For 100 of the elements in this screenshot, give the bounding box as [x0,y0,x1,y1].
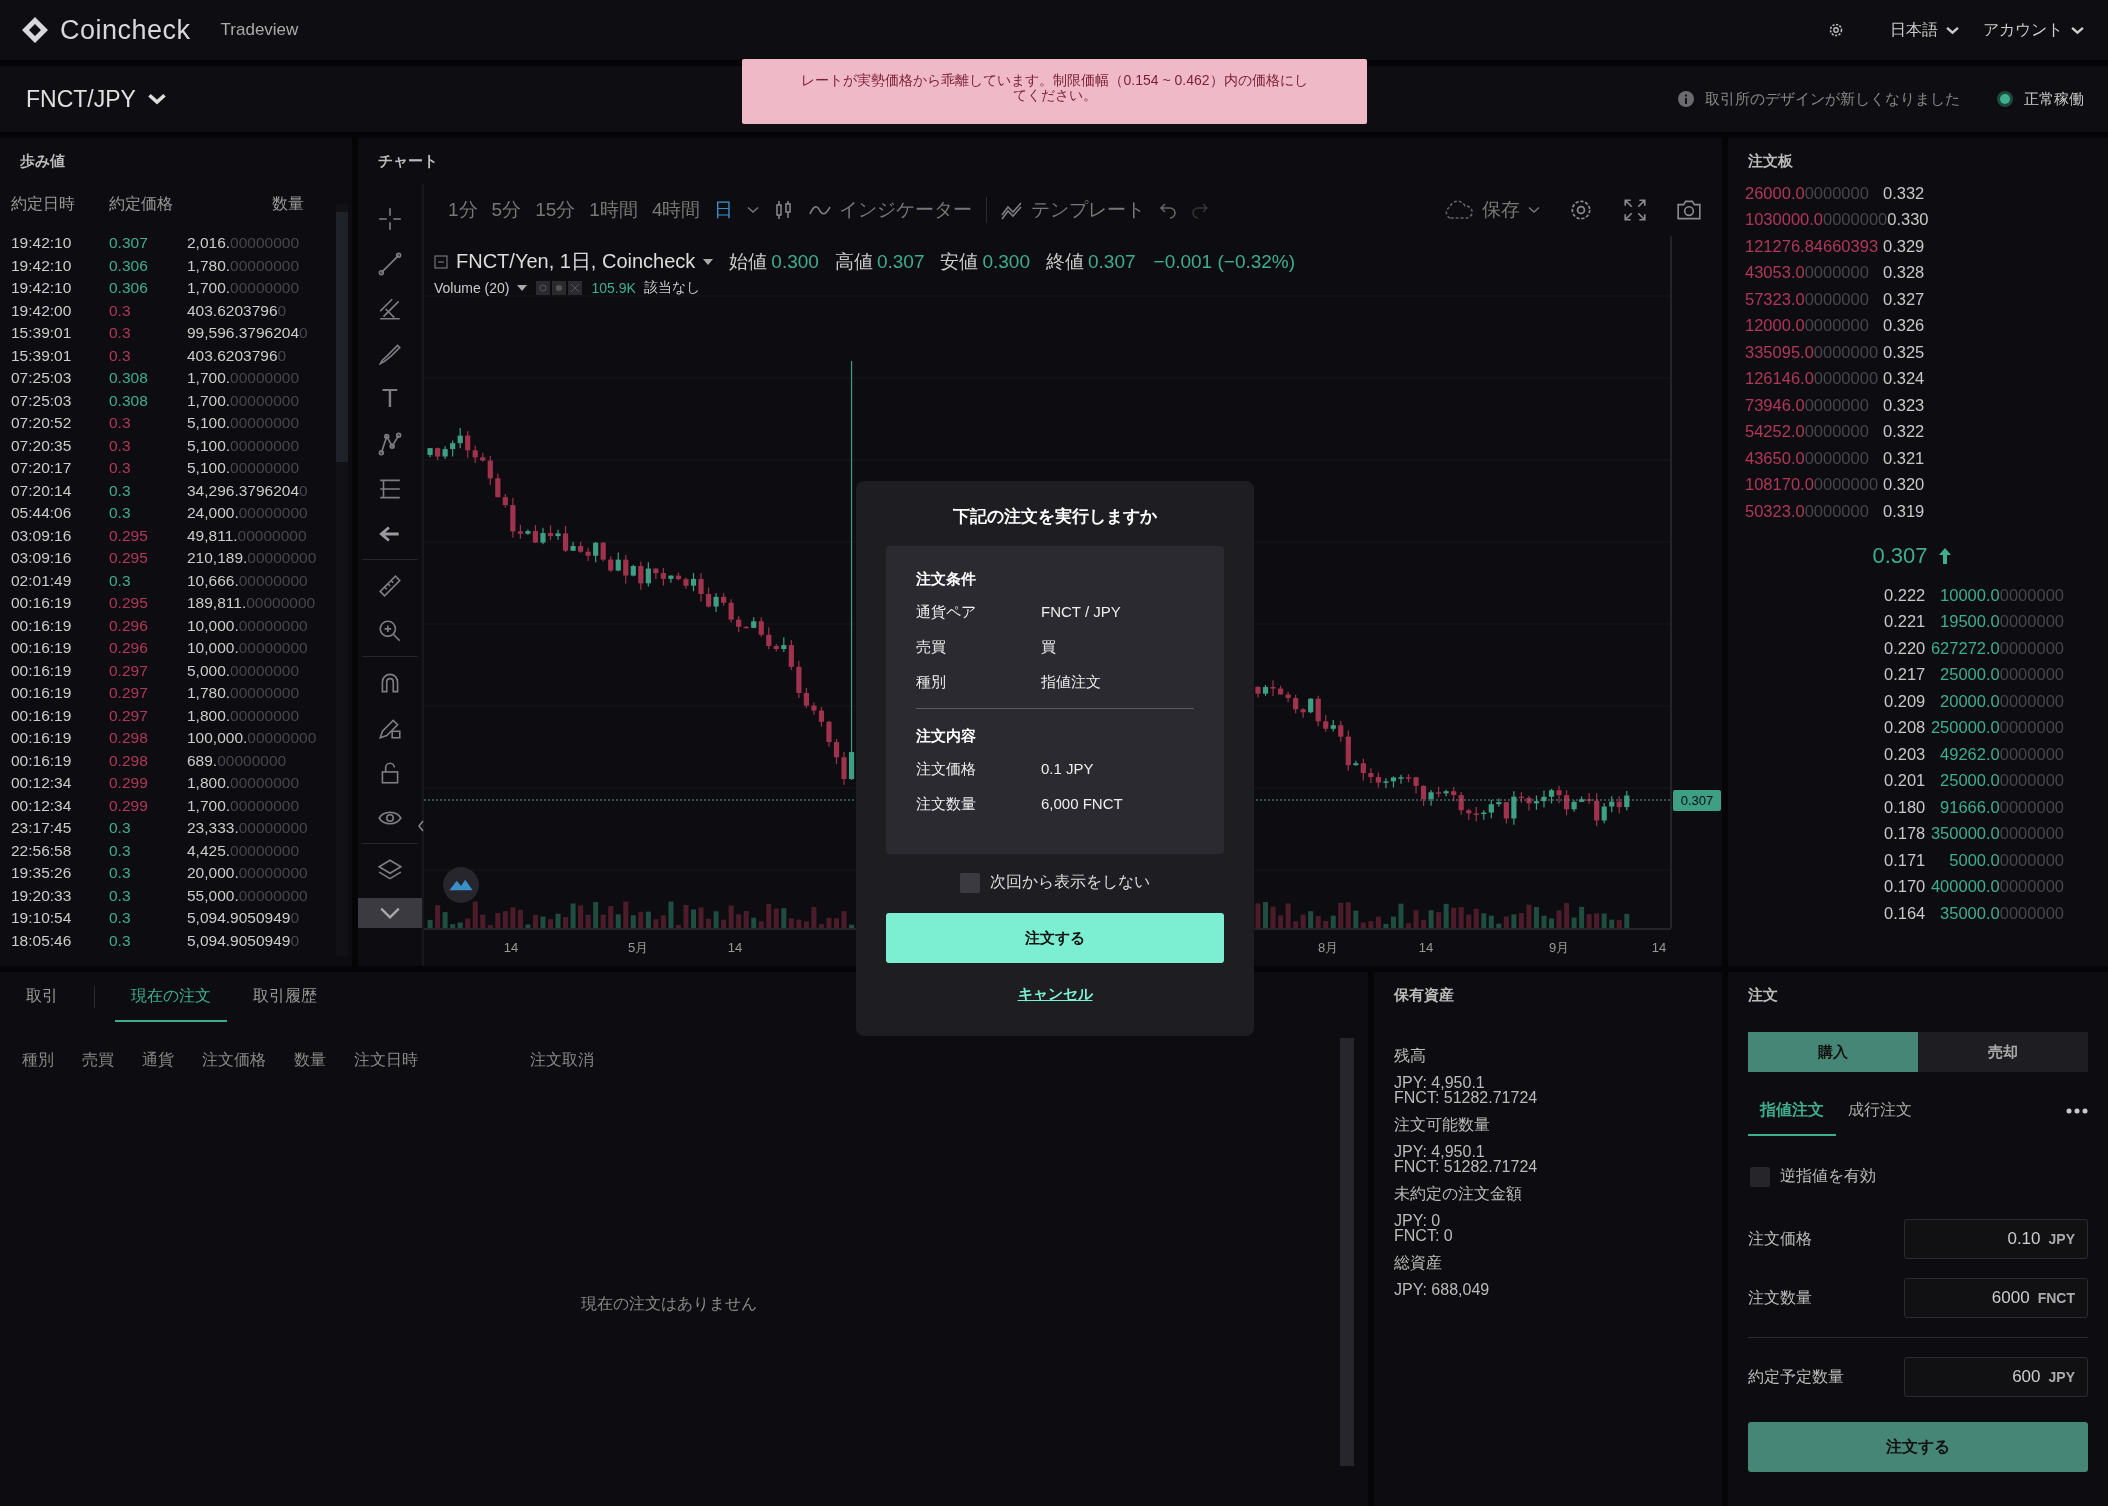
trade-price: 0.3 [109,571,132,590]
ask-price: 0.327 [1883,289,1925,309]
detail-value: FNCT / JPY [1041,603,1121,622]
input-field[interactable]: 0.10 JPY [1904,1219,2088,1259]
cancel-link[interactable]: キャンセル [1017,985,1093,1004]
ruler-tool-icon[interactable] [377,572,403,599]
caret-icon[interactable] [1528,206,1540,214]
more-icon[interactable] [2066,1108,2088,1114]
asset-value: JPY: 0 [1394,1213,1442,1228]
trade-time: 19:42:10 [11,279,73,298]
empty-message: 現在の注文はありません [581,1295,757,1312]
trade-price: 0.3 [109,504,132,523]
trade-price: 0.3 [109,909,132,928]
candle [427,447,433,458]
trade-quantity: 1,700.00000000 [187,279,300,298]
trade-price: 0.3 [109,414,132,433]
caret-icon[interactable] [517,285,528,291]
ohlc-value: 高値 0.307 [834,249,925,274]
trade-time: 00:16:19 [11,594,73,613]
undo-icon[interactable] [1159,201,1178,219]
interval-tab[interactable]: 4時間 [651,197,701,223]
ask-amount: 43650.00000000 [1745,448,1870,468]
caret-icon[interactable] [747,206,760,214]
interval-tab[interactable]: 5分 [491,197,522,223]
asset-value: FNCT: 51282.71724 [1394,1090,1539,1105]
trade-price: 0.3 [109,436,132,455]
pair-selector[interactable]: FNCT/JPY [26,85,166,113]
input-field[interactable]: 6000 FNCT [1904,1278,2088,1318]
detail-label: 注文価格 [916,760,977,779]
trade-quantity: 1,700.00000000 [187,796,300,815]
detail-value: 0.1 JPY [1041,760,1094,779]
detail-label: 種別 [916,673,947,692]
logo-text[interactable]: Coincheck [60,14,191,46]
zoom-tool-icon[interactable] [377,617,403,644]
nodes-tool-icon[interactable] [377,430,403,457]
order-button[interactable]: 注文する [1748,1422,2088,1472]
order-type-tab[interactable]: 指値注文 [1748,1086,1836,1136]
chevron-down-icon[interactable] [1946,25,1959,35]
trade-quantity: 1,780.00000000 [187,684,300,703]
templates-button[interactable]: テンプレート [1001,197,1146,223]
trade-time: 19:42:00 [11,301,73,320]
confirm-button[interactable]: 注文する [886,913,1224,963]
account-menu[interactable]: アカウント [1983,19,2084,41]
trade-quantity: 5,100.00000000 [187,459,300,478]
scrollbar[interactable] [1340,1038,1354,1466]
bid-price: 0.220 [1884,638,1927,658]
fullscreen-icon[interactable] [1622,197,1648,223]
volume-value: 105.9K [591,280,636,296]
checkbox-label: 次回から表示をしない [990,872,1150,892]
asset-value: JPY: 688,049 [1394,1282,1491,1297]
trade-price: 0.3 [109,346,132,365]
trade-quantity: 1,700.00000000 [187,369,300,388]
interval-tab[interactable]: 1分 [448,197,478,223]
volume-label[interactable]: Volume (20) [434,280,510,296]
chevron-down-icon[interactable] [2071,25,2084,35]
ask-price: 0.324 [1883,369,1925,389]
collapse-button[interactable] [358,898,422,928]
caret-icon[interactable] [703,258,714,265]
detail-label: 売買 [916,638,947,657]
input-field[interactable]: 600 JPY [1904,1357,2088,1397]
bid-price: 0.170 [1884,877,1927,897]
bid-price: 0.171 [1884,850,1927,870]
study-controls-icon[interactable] [535,280,584,296]
language-menu[interactable]: 日本語 [1890,19,1959,41]
chart-logo-icon[interactable] [442,866,480,904]
interval-tab[interactable]: 15分 [535,197,576,223]
interval-tab[interactable]: 1時間 [589,197,638,223]
trade-quantity: 5,094.90509490 [187,909,300,928]
orders-tab[interactable]: 取引履歴 [237,972,333,1022]
trade-time: 00:16:19 [11,639,73,658]
trade-time: 18:05:46 [11,931,73,950]
orders-tab[interactable]: 取引 [26,972,74,1022]
ask-amount: 1030000.00000000 [1745,210,1888,230]
detail-value: 指値注文 [1041,673,1101,692]
indicators-button[interactable]: インジケーター [809,197,973,223]
ask-price: 0.332 [1883,183,1925,203]
side-tab[interactable]: 売却 [1918,1032,2088,1072]
text-tool[interactable]: T [382,376,398,421]
trade-quantity: 1,700.00000000 [187,391,300,410]
interval-tab[interactable]: 日 [714,197,734,223]
panel-title: 保有資産 [1392,985,1455,1005]
line-tool-icon[interactable] [377,250,403,277]
axis-label: 5月 [627,940,649,955]
trade-time: 05:44:06 [11,504,73,523]
checkbox[interactable] [960,872,980,893]
side-tab[interactable]: 購入 [1748,1032,1918,1072]
save-button[interactable]: 保存 [1442,197,1540,223]
trade-quantity: 10,000.00000000 [187,639,308,658]
trade-time: 19:10:54 [11,909,73,928]
order-type-tab[interactable]: 成行注文 [1836,1086,1924,1136]
ask-price: 0.329 [1883,236,1925,256]
trade-price: 0.3 [109,841,132,860]
axis-label: 14 [1418,940,1434,955]
symbol-label[interactable]: FNCT/Yen, 1日, Coincheck [456,248,696,275]
settings-icon[interactable] [1828,22,1844,38]
orders-tab[interactable]: 現在の注文 [115,972,227,1022]
bid-amount: 400000.00000000 [1929,877,2064,897]
checkbox[interactable] [1750,1166,1770,1187]
crosshair-tool-icon[interactable] [377,205,403,232]
column-header: 約定日時 [11,193,76,214]
